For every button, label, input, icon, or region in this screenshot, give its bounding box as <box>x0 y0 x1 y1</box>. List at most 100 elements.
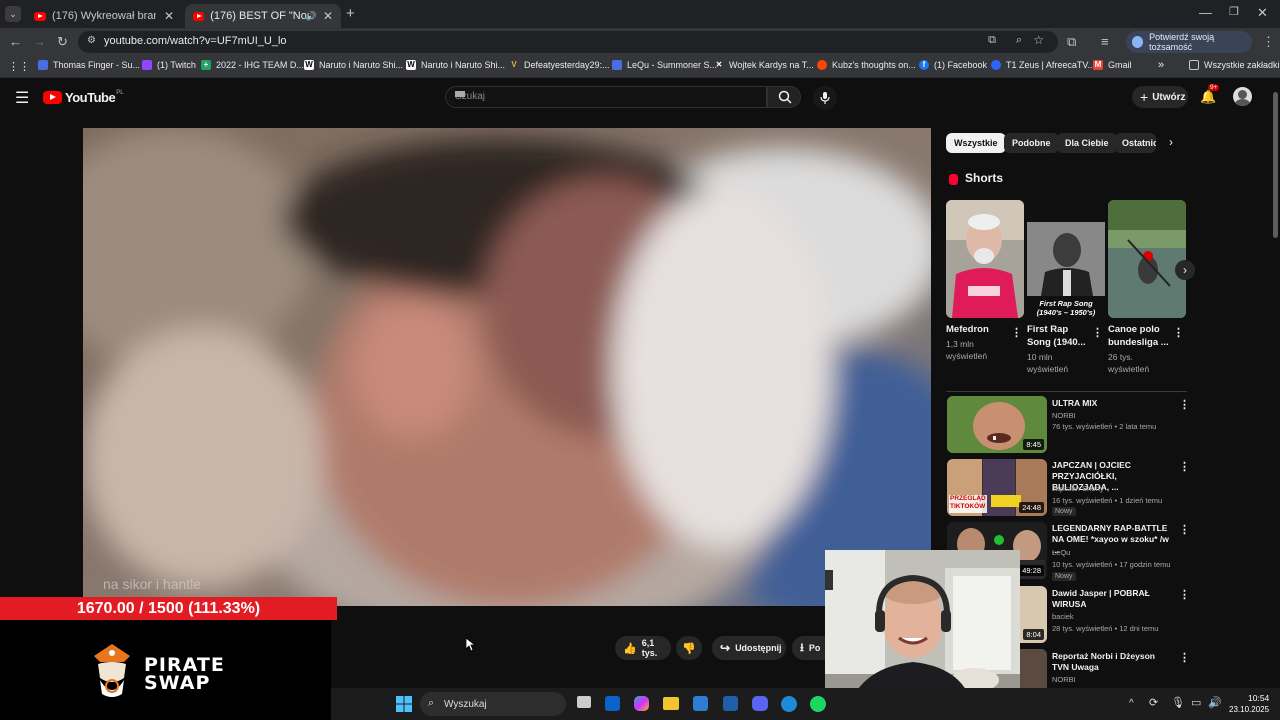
tray-overflow-icon[interactable]: ^ <box>1129 698 1134 709</box>
bookmark-item[interactable]: Thomas Finger - Su... <box>38 60 140 70</box>
page-scrollbar[interactable] <box>1271 78 1280 688</box>
voice-search-button[interactable] <box>813 86 837 110</box>
new-tab-button[interactable]: + <box>346 5 355 22</box>
hamburger-menu-icon[interactable]: ☰ <box>15 88 29 108</box>
chip-all[interactable]: Wszystkie <box>946 133 1006 153</box>
chips-next-icon[interactable]: › <box>1169 135 1173 149</box>
more-options-icon[interactable]: ⋮ <box>1092 326 1103 339</box>
chip-for-you[interactable]: Dla Ciebie <box>1057 133 1117 153</box>
start-button[interactable] <box>396 696 412 712</box>
audio-playing-icon[interactable]: 🔊 <box>306 11 317 22</box>
close-icon[interactable]: ✕ <box>164 9 174 23</box>
app-icon[interactable] <box>723 696 738 711</box>
more-options-icon[interactable]: ⋮ <box>1179 523 1190 536</box>
chip-related[interactable]: Podobne <box>1004 133 1059 153</box>
close-icon[interactable]: ✕ <box>323 9 333 23</box>
video-thumbnail[interactable]: 8:45 <box>947 396 1047 453</box>
channel-name[interactable]: baciek <box>1052 612 1074 621</box>
bookmark-item[interactable]: LeQu - Summoner S... <box>612 60 717 70</box>
bookmark-item[interactable]: M Gmail <box>1093 60 1132 70</box>
zoom-icon[interactable]: ⌕ <box>1016 34 1022 47</box>
bookmark-item[interactable]: V Defeatyesterday29:... <box>509 60 609 70</box>
discord-icon[interactable] <box>752 696 768 711</box>
chip-recent[interactable]: Ostatnio <box>1114 133 1156 153</box>
apps-icon[interactable]: ⋮⋮ <box>8 60 30 73</box>
short-thumbnail[interactable] <box>1108 200 1186 318</box>
keyboard-icon[interactable] <box>455 91 465 97</box>
clock-time[interactable]: 10:54 <box>1248 693 1269 703</box>
volume-icon[interactable]: 🔊 <box>1208 696 1222 709</box>
more-options-icon[interactable]: ⋮ <box>1173 326 1184 339</box>
bookmark-item[interactable]: Kubz's thoughts on... <box>817 60 916 70</box>
like-button[interactable]: 👍 6,1 tys. <box>615 636 671 660</box>
tab-1[interactable]: (176) Wykreował bramkę z NIC ✕ <box>26 4 182 28</box>
tab-2[interactable]: (176) BEST OF "Norbi" - You 🔊 ✕ <box>185 4 341 28</box>
extensions-icon[interactable]: ⧉ <box>1067 34 1076 50</box>
more-bookmarks-icon[interactable]: » <box>1158 59 1164 71</box>
dislike-button[interactable]: 👎 <box>676 636 702 660</box>
site-info-icon[interactable]: ⚙ <box>87 35 96 46</box>
bookmark-item[interactable]: ✕ Wojtek Kardys na T... <box>714 60 814 70</box>
menu-icon[interactable]: ⋮ <box>1262 34 1275 50</box>
more-options-icon[interactable]: ⋮ <box>1179 460 1190 473</box>
profile-verify-button[interactable]: Potwierdź swoją tożsamość <box>1126 31 1252 53</box>
copilot-icon[interactable] <box>634 696 649 711</box>
task-view-icon[interactable] <box>577 696 591 708</box>
more-options-icon[interactable]: ⋮ <box>1011 326 1022 339</box>
bookmark-item[interactable]: (1) Twitch <box>142 60 196 70</box>
bookmark-item[interactable]: T1 Zeus | AfreecaTV... <box>991 60 1095 70</box>
restore-icon[interactable]: ❐ <box>1229 5 1239 18</box>
spotify-icon[interactable] <box>810 696 826 712</box>
minimize-icon[interactable]: — <box>1199 5 1212 20</box>
video-player[interactable] <box>83 128 931 606</box>
tab-search-button[interactable]: ⌄ <box>5 6 21 22</box>
back-icon[interactable]: ← <box>9 34 22 49</box>
all-bookmarks[interactable]: Wszystkie zakładki <box>1189 60 1280 70</box>
bookmark-star-icon[interactable]: ☆ <box>1033 33 1044 47</box>
notifications-button[interactable]: 🔔 9+ <box>1200 84 1220 106</box>
channel-name[interactable]: NORBI <box>1052 411 1076 420</box>
outlook-icon[interactable] <box>605 696 620 711</box>
close-window-icon[interactable]: ✕ <box>1257 5 1268 21</box>
more-options-icon[interactable]: ⋮ <box>1179 398 1190 411</box>
reload-icon[interactable]: ↻ <box>57 34 68 50</box>
bookmark-item[interactable]: W Naruto i Naruto Shi... <box>304 60 403 70</box>
edge-icon[interactable] <box>781 696 797 712</box>
video-thumbnail[interactable]: PRZEGLĄD TIKTOKÓW 24:48 <box>947 459 1047 516</box>
bookmark-item[interactable]: f (1) Facebook <box>919 60 987 70</box>
clock-date[interactable]: 23.10.2025 <box>1229 705 1269 714</box>
install-app-icon[interactable]: ⧉ <box>988 34 996 47</box>
file-explorer-icon[interactable] <box>663 697 679 710</box>
channel-name[interactable]: LeQu <box>1052 548 1070 557</box>
media-controls-icon[interactable]: ≡ <box>1101 34 1109 49</box>
video-title[interactable]: Reportaż Norbi i Dżeyson TVN Uwaga <box>1052 651 1174 673</box>
microphone-icon[interactable]: 🎙 <box>1171 696 1185 709</box>
address-bar[interactable]: ⚙ youtube.com/watch?v=UF7mUI_U_lo ⧉ ⌕ ☆ <box>78 31 1058 53</box>
sync-icon[interactable]: ⟳ <box>1149 696 1158 709</box>
bookmark-item[interactable]: +2022 - IHG TEAM D... <box>201 60 304 70</box>
short-thumbnail[interactable]: First Rap Song (1940's – 1950's) <box>1027 200 1105 318</box>
search-input[interactable]: Szukaj <box>445 86 767 108</box>
bookmark-item[interactable]: W Naruto i Naruto Shi... <box>406 60 505 70</box>
search-button[interactable] <box>767 86 801 108</box>
shorts-next-button[interactable]: › <box>1175 260 1195 280</box>
share-button[interactable]: ↪ Udostępnij <box>712 636 786 660</box>
taskbar-search[interactable]: ⌕ Wyszukaj <box>420 692 566 716</box>
scrollbar-thumb[interactable] <box>1273 92 1278 238</box>
forward-icon[interactable]: → <box>33 34 46 49</box>
more-options-icon[interactable]: ⋮ <box>1179 588 1190 601</box>
short-title[interactable]: First Rap Song (1940... <box>1027 323 1091 349</box>
short-thumbnail[interactable] <box>946 200 1024 318</box>
channel-name[interactable]: Japczan Shorty <box>1052 484 1104 493</box>
network-icon[interactable]: ▭ <box>1191 696 1201 709</box>
channel-name[interactable]: NORBI <box>1052 675 1076 684</box>
create-button[interactable]: + Utwórz <box>1132 86 1188 108</box>
video-title[interactable]: Dawid Jasper | POBRAŁ WIRUSA <box>1052 588 1174 610</box>
video-title[interactable]: ULTRA MIX <box>1052 398 1174 409</box>
short-title[interactable]: Mefedron <box>946 323 1010 336</box>
short-title[interactable]: Canoe polo bundesliga ... <box>1108 323 1172 349</box>
youtube-logo[interactable]: YouTube PL <box>43 90 124 105</box>
more-options-icon[interactable]: ⋮ <box>1179 651 1190 664</box>
store-icon[interactable] <box>693 696 708 711</box>
avatar[interactable] <box>1233 87 1252 106</box>
